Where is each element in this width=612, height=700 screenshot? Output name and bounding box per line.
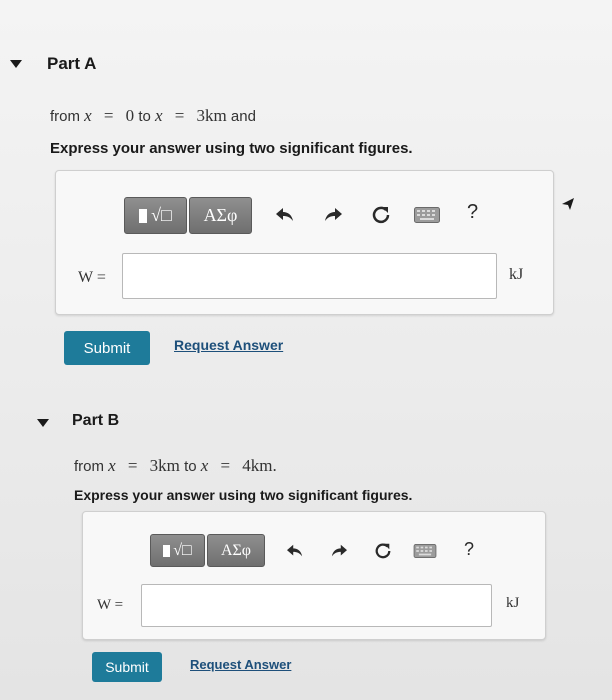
part-a-templates-button[interactable]: √□	[124, 197, 187, 234]
part-a-collapse-icon[interactable]	[10, 60, 22, 68]
part-a-var-x1: x	[84, 106, 92, 125]
part-b-input-label: W =	[97, 597, 124, 613]
part-b-unit-label: kJ	[506, 595, 520, 611]
part-b-block-icon	[163, 544, 171, 557]
part-b-instruction: Express your answer using two significan…	[74, 487, 413, 503]
part-a-equals-1: =	[103, 106, 114, 125]
part-a-from-text: from	[50, 108, 80, 125]
part-b-undo-icon[interactable]	[284, 540, 306, 562]
part-b-equals-2: =	[220, 456, 231, 475]
part-b-var-x1: x	[108, 456, 116, 475]
part-a-greek-button[interactable]: ΑΣφ	[189, 197, 252, 234]
part-a-equals-2: =	[174, 106, 185, 125]
part-b-templates-button[interactable]: √□	[150, 534, 205, 567]
part-b-value-2: 4km.	[242, 456, 277, 475]
part-a-title[interactable]: Part A	[47, 54, 96, 74]
part-a-and-text: and	[230, 108, 256, 125]
part-a-value-1: 0	[125, 106, 135, 125]
part-b-reset-icon[interactable]	[372, 540, 394, 562]
part-a-submit-button[interactable]: Submit	[64, 331, 150, 365]
part-a-help-button[interactable]: ?	[467, 201, 478, 224]
part-b-help-button[interactable]: ?	[464, 539, 474, 560]
part-a-to-text: to	[138, 108, 151, 125]
part-a-templates-label: √□	[151, 205, 172, 225]
part-b-from-text: from	[74, 458, 104, 475]
part-a-input-label: W =	[78, 269, 106, 286]
part-b-request-answer-link[interactable]: Request Answer	[190, 657, 291, 672]
part-a-unit-label: kJ	[509, 266, 524, 283]
part-a-answer-input[interactable]	[122, 253, 497, 299]
part-b-greek-label: ΑΣφ	[220, 541, 252, 559]
part-b-submit-button[interactable]: Submit	[92, 652, 162, 682]
part-a-reset-icon[interactable]	[369, 203, 393, 227]
part-a-undo-icon[interactable]	[273, 203, 297, 227]
part-b-equals-1: =	[127, 456, 138, 475]
part-b-value-1: 3km	[149, 456, 180, 475]
part-b-redo-icon[interactable]	[328, 540, 350, 562]
part-b-collapse-icon[interactable]	[37, 419, 49, 427]
part-a-request-answer-link[interactable]: Request Answer	[174, 337, 283, 353]
mouse-cursor-icon	[560, 196, 576, 217]
part-a-question-line: from x = 0 to x = 3km and	[50, 106, 256, 126]
part-b-var-x2: x	[200, 456, 209, 475]
part-b-keyboard-icon[interactable]	[412, 542, 438, 560]
part-a-redo-icon[interactable]	[321, 203, 345, 227]
part-b-to-text: to	[184, 458, 197, 475]
part-b-templates-label: √□	[173, 541, 192, 559]
part-a-keyboard-icon[interactable]	[413, 205, 441, 225]
part-a-block-icon	[139, 208, 148, 223]
part-a-var-x2: x	[155, 106, 163, 125]
part-b-question-line: from x = 3km to x = 4km.	[74, 456, 277, 476]
part-b-greek-button[interactable]: ΑΣφ	[207, 534, 265, 567]
part-a-instruction: Express your answer using two significan…	[50, 140, 413, 157]
part-b-title[interactable]: Part B	[72, 412, 119, 430]
part-b-answer-input[interactable]	[141, 584, 492, 627]
part-a-value-2: 3km	[196, 106, 227, 125]
part-a-greek-label: ΑΣφ	[203, 205, 238, 225]
